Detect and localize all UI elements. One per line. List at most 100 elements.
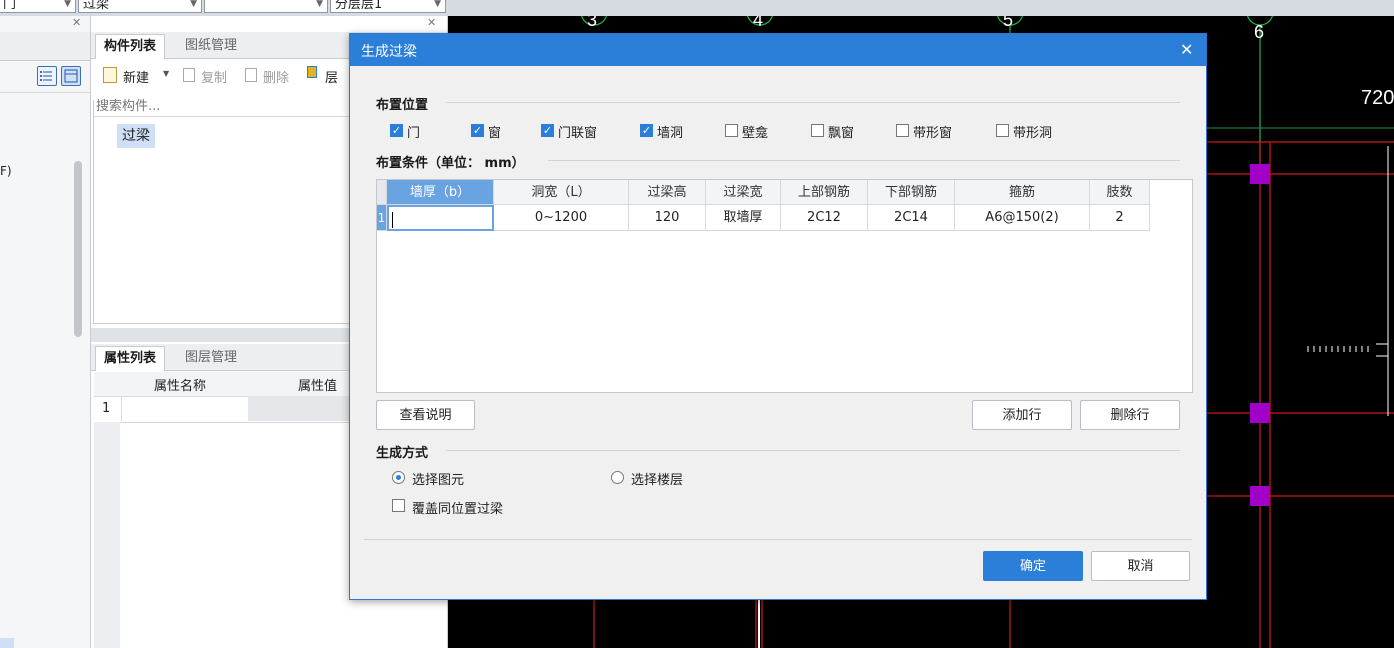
- section-divider: [548, 160, 1180, 161]
- tab-property-list[interactable]: 属性列表: [95, 346, 166, 371]
- placement-checkbox-label[interactable]: 带形窗: [913, 122, 952, 141]
- col-wall-thickness[interactable]: 墙厚（b）: [387, 180, 494, 205]
- placement-checkbox-label[interactable]: 壁龛: [742, 122, 768, 141]
- layer-value: 分层层1: [335, 0, 383, 12]
- ok-button[interactable]: 确定: [983, 551, 1083, 581]
- top-rebar-cell[interactable]: 2C12: [781, 205, 868, 231]
- generation-method-title: 生成方式: [376, 446, 429, 461]
- add-row-button[interactable]: 添加行: [972, 400, 1072, 430]
- close-icon[interactable]: ✕: [1180, 40, 1193, 59]
- property-name-cell[interactable]: [121, 396, 249, 421]
- col-opening-width[interactable]: 洞宽（L）: [494, 180, 629, 205]
- placement-options: ✓ 门 ✓ 窗 ✓ 门联窗 ✓ 墙洞 壁龛 飘窗 带形窗 带形洞: [390, 122, 1190, 142]
- chevron-down-icon[interactable]: ▼: [163, 69, 169, 78]
- col-lintel-height[interactable]: 过梁高: [629, 180, 706, 205]
- tab-layer-management[interactable]: 图层管理: [177, 346, 245, 370]
- placement-checkbox-label[interactable]: 门联窗: [558, 122, 597, 141]
- close-icon[interactable]: ✕: [427, 16, 436, 29]
- nav-tabbar: [0, 32, 90, 61]
- chevron-down-icon: ▼: [316, 0, 323, 9]
- list-border-bottom: [93, 323, 351, 324]
- lintel-width-cell[interactable]: 取墙厚: [706, 205, 781, 231]
- copy-button[interactable]: 复制: [201, 67, 227, 86]
- detail-view-icon[interactable]: [61, 66, 81, 86]
- element-type-value: 门: [3, 0, 17, 12]
- axis-label-5: 5: [1003, 16, 1013, 30]
- property-value-header: 属性值: [298, 379, 338, 394]
- placement-checkbox-4[interactable]: [725, 124, 738, 137]
- table-row[interactable]: 1: [94, 396, 352, 423]
- placement-checkbox-2[interactable]: ✓: [541, 124, 554, 137]
- cancel-button[interactable]: 取消: [1091, 551, 1190, 581]
- top-toolbar: 门 ▼ 过梁 ▼ ▼ 分层层1 ▼: [0, 0, 1394, 17]
- radio-select-element-label[interactable]: 选择图元: [412, 469, 464, 488]
- chevron-down-icon: ▼: [64, 0, 71, 9]
- conditions-table: 墙厚（b） 洞宽（L） 过梁高 过梁宽 上部钢筋 下部钢筋 箍筋 肢数 1 0~…: [376, 179, 1193, 393]
- col-bottom-rebar[interactable]: 下部钢筋: [868, 180, 955, 205]
- overwrite-label[interactable]: 覆盖同位置过梁: [412, 498, 503, 517]
- list-view-icon[interactable]: [37, 66, 57, 86]
- view-help-button[interactable]: 查看说明: [376, 400, 475, 430]
- selected-tree-item[interactable]: [0, 638, 14, 648]
- placement-conditions-title: 布置条件（单位： mm）: [376, 156, 525, 171]
- element-type-combo[interactable]: 门 ▼: [0, 0, 76, 13]
- element-name-value: 过梁: [83, 0, 110, 12]
- placement-checkbox-1[interactable]: ✓: [471, 124, 484, 137]
- placement-checkbox-6[interactable]: [896, 124, 909, 137]
- delete-button[interactable]: 删除: [263, 67, 289, 86]
- col-lintel-width[interactable]: 过梁宽: [706, 180, 781, 205]
- row-number[interactable]: 1: [377, 205, 387, 231]
- sub-type-combo[interactable]: ▼: [204, 0, 328, 13]
- col-legs[interactable]: 肢数: [1090, 180, 1150, 205]
- radio-select-floor-label[interactable]: 选择楼层: [631, 469, 683, 488]
- section-divider: [446, 102, 1180, 103]
- placement-checkbox-label[interactable]: 门: [407, 122, 420, 141]
- copy-icon: [183, 68, 195, 82]
- layer-combo[interactable]: 分层层1 ▼: [330, 0, 446, 13]
- dialog-titlebar: 生成过梁 ✕: [350, 34, 1206, 66]
- wall-thickness-cell[interactable]: [387, 205, 494, 231]
- row-header-corner: [377, 180, 387, 205]
- placement-checkbox-5[interactable]: [811, 124, 824, 137]
- layer-button[interactable]: 层: [325, 67, 338, 86]
- bottom-rebar-cell[interactable]: 2C14: [868, 205, 955, 231]
- new-button[interactable]: 新建: [123, 67, 149, 86]
- row-header-column: [94, 422, 120, 648]
- placement-checkbox-3[interactable]: ✓: [640, 124, 653, 137]
- delete-row-button[interactable]: 删除行: [1080, 400, 1180, 430]
- element-name-combo[interactable]: 过梁 ▼: [78, 0, 202, 13]
- chevron-down-icon: ▼: [190, 0, 197, 9]
- col-stirrup[interactable]: 箍筋: [955, 180, 1090, 205]
- legs-cell[interactable]: 2: [1090, 205, 1150, 231]
- overwrite-checkbox[interactable]: [392, 499, 405, 512]
- axis-label-4: 4: [753, 16, 763, 30]
- placement-checkbox-label[interactable]: 窗: [488, 122, 501, 141]
- placement-checkbox-7[interactable]: [996, 124, 1009, 137]
- opening-width-cell[interactable]: 0~1200: [494, 205, 629, 231]
- col-top-rebar[interactable]: 上部钢筋: [781, 180, 868, 205]
- radio-select-floor[interactable]: [611, 471, 624, 484]
- dialog-title: 生成过梁: [361, 44, 417, 60]
- new-icon: [103, 67, 117, 83]
- footer-divider: [364, 539, 1192, 540]
- list-border-left: [93, 100, 94, 324]
- placement-checkbox-0[interactable]: ✓: [390, 124, 403, 137]
- placement-checkbox-label[interactable]: 飘窗: [828, 122, 854, 141]
- placement-checkbox-label[interactable]: 墙洞: [657, 122, 683, 141]
- property-value-cell[interactable]: [248, 396, 352, 421]
- tab-drawing-management[interactable]: 图纸管理: [177, 34, 245, 58]
- marker-1: [1250, 164, 1270, 184]
- placement-checkbox-label[interactable]: 带形洞: [1013, 122, 1052, 141]
- generate-lintel-dialog: 生成过梁 ✕ 布置位置 ✓ 门 ✓ 窗 ✓ 门联窗 ✓ 墙洞 壁龛 飘窗 带形窗 带形洞 布置条件（单…: [349, 33, 1207, 600]
- close-icon[interactable]: ✕: [72, 16, 81, 29]
- lintel-height-cell[interactable]: 120: [629, 205, 706, 231]
- axis-label-6: 6: [1254, 22, 1264, 42]
- search-input[interactable]: [94, 96, 353, 117]
- scrollbar-thumb[interactable]: [74, 161, 82, 337]
- tab-component-list[interactable]: 构件列表: [95, 34, 166, 59]
- property-table-header: 属性名称 属性值: [94, 372, 352, 397]
- stirrup-cell[interactable]: A6@150(2): [955, 205, 1090, 231]
- tree-item-text: F): [0, 164, 12, 178]
- component-item-lintel[interactable]: 过梁: [117, 124, 155, 148]
- radio-select-element[interactable]: [392, 471, 405, 484]
